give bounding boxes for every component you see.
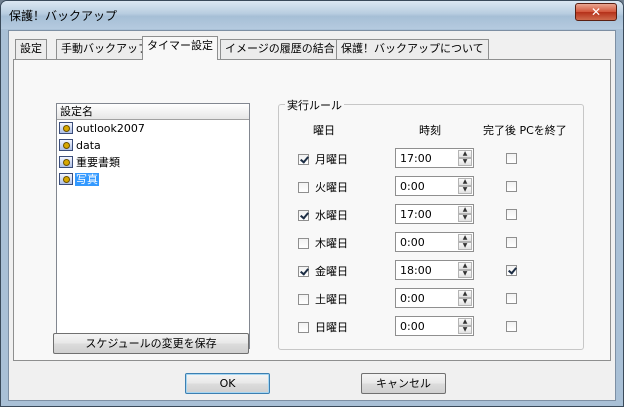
- time-value: 0:00: [400, 236, 425, 249]
- backup-setting-icon: [59, 122, 73, 134]
- list-item[interactable]: data: [59, 138, 102, 154]
- day-checkbox-thursday[interactable]: 木曜日: [298, 235, 348, 251]
- tab-label: イメージの履歴の結合: [225, 42, 335, 55]
- shutdown-checkbox-tuesday[interactable]: [506, 181, 517, 192]
- time-value: 17:00: [400, 208, 432, 221]
- spin-down-icon[interactable]: ▼: [458, 326, 472, 334]
- day-checkbox-monday[interactable]: 月曜日: [298, 151, 348, 167]
- backup-setting-icon: [59, 173, 73, 185]
- checkbox-box: [298, 182, 309, 193]
- day-column-header: 曜日: [313, 124, 335, 137]
- ok-button[interactable]: OK: [185, 373, 270, 394]
- day-label: 木曜日: [315, 237, 348, 250]
- checkbox-box: [298, 238, 309, 249]
- spin-down-icon[interactable]: ▼: [458, 298, 472, 306]
- shutdown-checkbox-friday[interactable]: [506, 265, 517, 276]
- backup-setting-icon: [59, 139, 73, 151]
- spin-up-icon[interactable]: ▲: [458, 290, 472, 298]
- list-item-selected[interactable]: 写真: [59, 172, 99, 188]
- spin-up-icon[interactable]: ▲: [458, 150, 472, 158]
- day-label: 水曜日: [315, 209, 348, 222]
- day-checkbox-sunday[interactable]: 日曜日: [298, 319, 348, 335]
- time-stepper-friday[interactable]: 18:00 ▲ ▼: [395, 260, 474, 280]
- day-checkbox-friday[interactable]: 金曜日: [298, 263, 348, 279]
- spin-up-icon[interactable]: ▲: [458, 318, 472, 326]
- time-stepper-wednesday[interactable]: 17:00 ▲ ▼: [395, 204, 474, 224]
- shutdown-checkbox-wednesday[interactable]: [506, 209, 517, 220]
- dialog-client-area: 設定 手動バックアップ タイマー設定 イメージの履歴の結合 保護！バックアップに…: [8, 30, 616, 401]
- schedule-group-title: 実行ルール: [285, 97, 344, 113]
- tab-label: タイマー設定: [147, 39, 213, 52]
- tab-manual-backup[interactable]: 手動バックアップ: [56, 39, 154, 59]
- save-schedule-button[interactable]: スケジュールの変更を保存: [53, 333, 249, 354]
- time-value: 17:00: [400, 152, 432, 165]
- list-item-label: 写真: [75, 173, 99, 186]
- dialog-window: 保護！バックアップ ✕ 設定 手動バックアップ タイマー設定 イメージの履歴の結…: [0, 0, 624, 407]
- close-button[interactable]: ✕: [575, 3, 617, 21]
- time-stepper-saturday[interactable]: 0:00 ▲ ▼: [395, 288, 474, 308]
- tab-label: 手動バックアップ: [61, 42, 149, 55]
- close-icon: ✕: [590, 5, 602, 19]
- spin-up-icon[interactable]: ▲: [458, 178, 472, 186]
- day-checkbox-tuesday[interactable]: 火曜日: [298, 179, 348, 195]
- spin-up-icon[interactable]: ▲: [458, 262, 472, 270]
- spin-down-icon[interactable]: ▼: [458, 158, 472, 166]
- time-stepper-thursday[interactable]: 0:00 ▲ ▼: [395, 232, 474, 252]
- list-item-label: data: [76, 139, 101, 152]
- checkbox-box: [298, 210, 309, 221]
- time-value: 0:00: [400, 180, 425, 193]
- day-label: 日曜日: [315, 321, 348, 334]
- spin-down-icon[interactable]: ▼: [458, 242, 472, 250]
- tab-timer-settings[interactable]: タイマー設定: [142, 36, 218, 60]
- tab-settings[interactable]: 設定: [15, 39, 47, 59]
- day-label: 火曜日: [315, 181, 348, 194]
- spin-down-icon[interactable]: ▼: [458, 214, 472, 222]
- spin-down-icon[interactable]: ▼: [458, 270, 472, 278]
- time-stepper-sunday[interactable]: 0:00 ▲ ▼: [395, 316, 474, 336]
- checkbox-box: [298, 266, 309, 277]
- shutdown-checkbox-monday[interactable]: [506, 153, 517, 164]
- checkbox-box: [298, 294, 309, 305]
- time-stepper-monday[interactable]: 17:00 ▲ ▼: [395, 148, 474, 168]
- list-item-label: 重要書類: [76, 156, 120, 169]
- time-stepper-tuesday[interactable]: 0:00 ▲ ▼: [395, 176, 474, 196]
- setting-list-header[interactable]: 設定名: [57, 104, 249, 120]
- timer-settings-panel: 設定名 outlook2007 data 重要書類 写真 実行ルール 曜日 時刻: [13, 59, 611, 361]
- list-item[interactable]: 重要書類: [59, 155, 121, 171]
- time-value: 18:00: [400, 264, 432, 277]
- shutdown-checkbox-thursday[interactable]: [506, 237, 517, 248]
- time-column-header: 時刻: [419, 124, 441, 137]
- day-checkbox-wednesday[interactable]: 水曜日: [298, 207, 348, 223]
- spin-up-icon[interactable]: ▲: [458, 234, 472, 242]
- day-label: 土曜日: [315, 293, 348, 306]
- schedule-group: 実行ルール 曜日 時刻 完了後 PCを終了 月曜日 17:00 ▲ ▼ 火曜日 0:…: [278, 97, 584, 350]
- day-label: 月曜日: [315, 153, 348, 166]
- checkbox-box: [298, 322, 309, 333]
- tab-about[interactable]: 保護！バックアップについて: [336, 39, 489, 59]
- setting-list[interactable]: 設定名 outlook2007 data 重要書類 写真: [56, 103, 250, 349]
- spin-down-icon[interactable]: ▼: [458, 186, 472, 194]
- day-label: 金曜日: [315, 265, 348, 278]
- cancel-button[interactable]: キャンセル: [361, 373, 446, 394]
- time-value: 0:00: [400, 320, 425, 333]
- title-bar[interactable]: 保護！バックアップ ✕: [1, 1, 623, 29]
- tab-label: 保護！バックアップについて: [341, 42, 484, 55]
- tab-label: 設定: [20, 42, 42, 55]
- list-item[interactable]: outlook2007: [59, 121, 146, 137]
- list-item-label: outlook2007: [76, 122, 145, 135]
- spin-up-icon[interactable]: ▲: [458, 206, 472, 214]
- shutdown-column-header: 完了後 PCを終了: [483, 124, 567, 137]
- time-value: 0:00: [400, 292, 425, 305]
- day-checkbox-saturday[interactable]: 土曜日: [298, 291, 348, 307]
- shutdown-checkbox-sunday[interactable]: [506, 321, 517, 332]
- checkbox-box: [298, 154, 309, 165]
- tab-image-history-merge[interactable]: イメージの履歴の結合: [220, 39, 340, 59]
- shutdown-checkbox-saturday[interactable]: [506, 293, 517, 304]
- window-title: 保護！バックアップ: [9, 9, 118, 23]
- backup-setting-icon: [59, 156, 73, 168]
